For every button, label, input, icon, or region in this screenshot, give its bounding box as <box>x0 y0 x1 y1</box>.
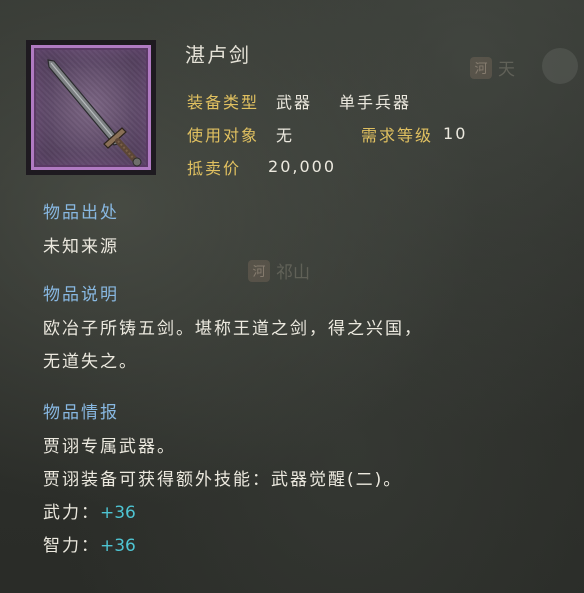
equip-subtype-value: 单手兵器 <box>339 92 412 112</box>
item-stats: 装备类型 武器 单手兵器 使用对象 无 需求等级 10 抵卖价 20,000 <box>187 84 467 183</box>
intel-heading: 物品情报 <box>43 403 119 423</box>
intel-section: 物品情报 贾诩专属武器。 贾诩装备可获得额外技能：武器觉醒(二)。 武力：+36… <box>43 398 402 565</box>
item-icon-frame <box>26 40 156 175</box>
equip-type-value: 武器 <box>276 92 313 112</box>
user-value: 无 <box>276 125 295 145</box>
user-label: 使用对象 <box>187 125 260 145</box>
origin-text: 未知来源 <box>43 237 119 257</box>
bonus-intellect-label: 智力： <box>43 536 100 556</box>
bonus-intellect-value: +36 <box>100 536 136 556</box>
sell-price-label: 抵卖价 <box>187 158 242 178</box>
bonus-strength-row: 武力：+36 <box>43 499 402 532</box>
req-level-value: 10 <box>443 124 468 143</box>
intel-line-2: 贾诩装备可获得额外技能：武器觉醒(二)。 <box>43 470 403 490</box>
origin-section: 物品出处 未知来源 <box>43 198 119 266</box>
sell-price-row: 抵卖价 20,000 <box>187 150 467 183</box>
sell-price-value: 20,000 <box>268 157 336 176</box>
bonus-strength-value: +36 <box>100 503 136 523</box>
bonus-intellect-row: 智力：+36 <box>43 532 402 565</box>
equip-type-label: 装备类型 <box>187 92 260 112</box>
item-tooltip-panel: 河 天 河 祁山 湛卢剑 装备类型 武器 单手兵器 使用对象 无 需求等级 10… <box>0 0 584 593</box>
map-chip: 河 <box>470 56 492 79</box>
description-heading: 物品说明 <box>43 285 119 305</box>
map-label-tian: 河 天 <box>470 55 515 80</box>
map-place-name: 天 <box>498 60 515 80</box>
map-chip: 河 <box>248 259 270 282</box>
item-icon-background <box>31 45 151 170</box>
intel-line-1: 贾诩专属武器。 <box>43 437 176 457</box>
user-row: 使用对象 无 需求等级 10 <box>187 117 467 150</box>
map-emblem-icon <box>542 48 578 84</box>
bonus-strength-label: 武力： <box>43 503 100 523</box>
item-name: 湛卢剑 <box>185 43 251 67</box>
sword-icon <box>47 59 142 167</box>
equip-type-row: 装备类型 武器 单手兵器 <box>187 84 467 117</box>
req-level-label: 需求等级 <box>361 125 434 145</box>
description-section: 物品说明 欧冶子所铸五剑。堪称王道之剑，得之兴国， 无道失之。 <box>43 280 423 381</box>
origin-heading: 物品出处 <box>43 203 119 223</box>
description-line-1: 欧冶子所铸五剑。堪称王道之剑，得之兴国， <box>43 319 423 339</box>
description-line-2: 无道失之。 <box>43 352 138 372</box>
